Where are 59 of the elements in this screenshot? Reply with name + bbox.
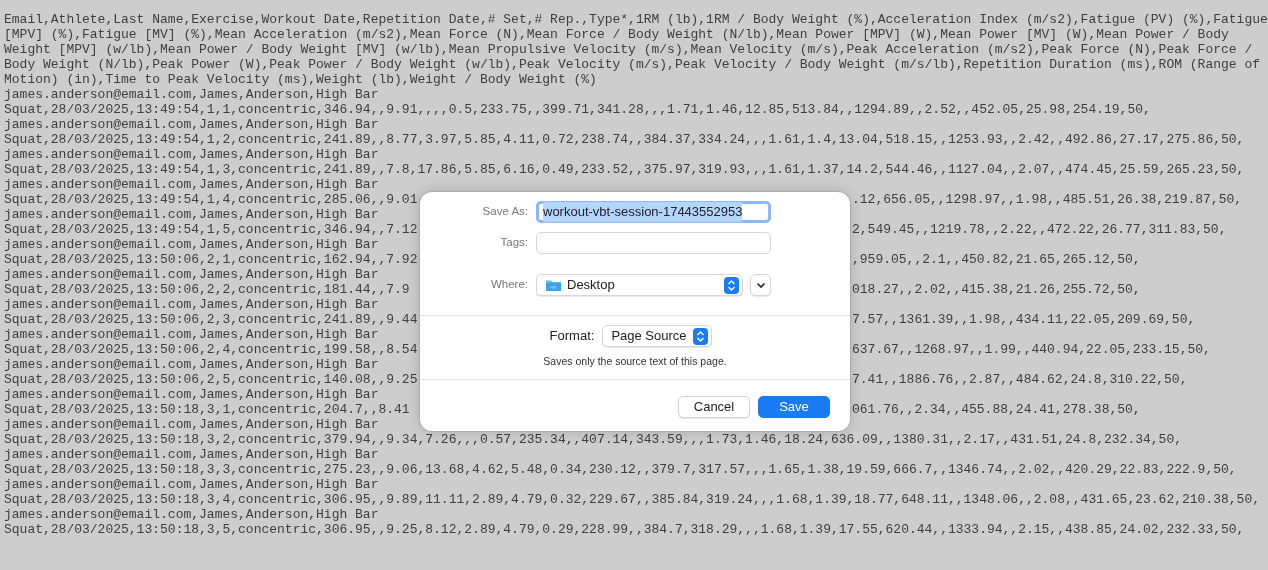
text-line: 637.67,,1268.97,,1.99,,440.94,22.05,233.15,50, [852,342,1211,357]
field-label: Save As: [481,204,529,220]
text-line: james.anderson@email.com,James,Anderson,High Bar [4,507,379,522]
text-line: Squat,28/03/2025,13:49:54,1,1,concentric,346.94,,9.91,,,,0.5,233.75,,399.71,341.28,,,1.71,1.46,12.85,513.84,,1294.89,,2.52,,452.05,25.98,254.19,50, [4,102,1151,117]
text-line: james.anderson@email.com,James,Anderson,High Bar [4,357,379,372]
stepper-icon [696,329,706,343]
text-line: Squat,28/03/2025,13:50:18,3,4,concentric,306.95,,9.89,11.11,2.89,4.79,0.32,229.67,,385.84,319.24,,,1.68,1.39,18.77,648.11,,1348.06,,2.08,,431.65,23.62,210.38,50, [4,492,1260,507]
field-label: Format: [549,327,595,346]
text-line: .12,656.05,,1298.97,,1.98,,485.51,26.38,219.87,50, [852,192,1243,207]
text-line: Squat,28/03/2025,13:50:06,2,1,concentric,162.94,,7.92 [4,252,419,267]
text-line: james.anderson@email.com,James,Anderson,High Bar [4,477,379,492]
text-line: Squat,28/03/2025,13:50:06,2,4,concentric,199.58,,8.54 [4,342,419,357]
text-line: Squat,28/03/2025,13:50:06,2,3,concentric,241.89,,9.44 [4,312,419,327]
text-line: 7.41,,1886.76,,2.87,,484.62,24.8,310.22,50, [852,372,1188,387]
text-line: james.anderson@email.com,James,Anderson,High Bar [4,117,379,132]
text-line: [MPV] (%),Fatigue [MV] (%),Mean Acceleration (m/s2),Mean Force (N),Mean Force / Body Weight (N/lb),Mean Power [MPV] (W),Mean Power [MV] (W),Mean Power / Body [4,27,1229,42]
format-dropdown[interactable]: Page Source [602,325,713,347]
text-line: Squat,28/03/2025,13:49:54,1,2,concentric,241.89,,8.77,3.97,5.85,4.11,0.72,238.74,,384.37,334.24,,,1.61,1.4,13.04,518.15,,1253.93,,2.42,,492.86,27.17,275.86,50, [4,132,1245,147]
text-line: james.anderson@email.com,James,Anderson,High Bar [4,267,379,282]
text-line: james.anderson@email.com,James,Anderson,High Bar [4,237,379,252]
text-line: james.anderson@email.com,James,Anderson,High Bar [4,387,379,402]
text-line: Weight [MPV] (w/lb),Mean Power / Body Weight [MV] (w/lb),Mean Propulsive Velocity (m/s),Mean Velocity (m/s),Peak Acceleration (m/s2),Peak Force (N),Peak Force / [4,42,1253,57]
text-line: james.anderson@email.com,James,Anderson,High Bar [4,327,379,342]
field-label: Where: [489,277,529,293]
text-line: james.anderson@email.com,James,Anderson,High Bar [4,147,379,162]
save-button[interactable]: Save [758,395,830,418]
text-line: james.anderson@email.com,James,Anderson,High Bar [4,177,379,192]
text-line: 2,549.45,,1219.78,,2.22,,472.22,26.77,311.83,50, [852,222,1227,237]
text-line: Squat,28/03/2025,13:50:18,3,3,concentric,275.23,,9.06,13.68,4.62,5.48,0.34,230.12,,379.7,317.57,,,1.65,1.38,19.59,666.7,,1346.74,,2.02,,420.29,22.83,222.9,50, [4,462,1237,477]
folder-icon [545,278,562,292]
stepper-icon [727,278,736,292]
hint-text: Saves only the source text of this page. [542,354,728,369]
text-line: Squat,28/03/2025,13:49:54,1,4,concentric,285.06,,9.01 [4,192,419,207]
text-line: ,959.05,,2.1,,450.82,21.65,265.12,50, [852,252,1141,267]
text-line: 7.57,,1361.39,,1.98,,434.11,22.05,209.69,50, [852,312,1196,327]
text-line: Squat,28/03/2025,13:50:18,3,1,concentric,204.7,,8.41 [4,402,411,417]
text-line: Squat,28/03/2025,13:49:54,1,3,concentric,241.89,,7.8,17.86,5.85,6.16,0.49,233.52,,375.97,319.93,,,1.61,1.37,14.2,544.46,,1127.04,,2.07,,474.45,25.59,265.23,50, [4,162,1245,177]
text-line: Email,Athlete,Last Name,Exercise,Workout Date,Repetition Date,# Set,# Rep.,Type*,1RM (lb),1RM / Body Weight (%),Acceleration Index (m/s2),Fatigue (PV) (%),Fatigue [4,12,1268,27]
text-line: Squat,28/03/2025,13:50:06,2,5,concentric,140.08,,9.25 [4,372,419,387]
text-line: james.anderson@email.com,James,Anderson,High Bar [4,297,379,312]
text-line: Squat,28/03/2025,13:50:18,3,2,concentric,379.94,,9.34,7.26,,,0.57,235.34,,407.14,343.59,,,1.73,1.46,18.24,636.09,,1380.31,,2.17,,431.51,24.8,232.34,50, [4,432,1182,447]
text-line: james.anderson@email.com,James,Anderson,High Bar [4,447,379,462]
text-line: 061.76,,2.34,,455.88,24.41,278.38,50, [852,402,1141,417]
text-line: james.anderson@email.com,James,Anderson,High Bar [4,207,379,222]
text-line: james.anderson@email.com,James,Anderson,High Bar [4,87,379,102]
text-line: Squat,28/03/2025,13:49:54,1,5,concentric,346.94,,7.12 [4,222,419,237]
text-line: Body Weight (N/lb),Peak Power (W),Peak Power / Body Weight (w/lb),Peak Velocity (m/s),Peak Velocity / Body Weight (m/s/lb),Repetition Duration (ms),ROM (Range of [4,57,1260,72]
file-name-field[interactable]: workout-vbt-session-17443552953 [536,201,771,223]
text-line: Squat,28/03/2025,13:50:18,3,5,concentric,306.95,,9.25,8.12,2.89,4.79,0.29,228.99,,384.7,318.29,,,1.68,1.39,17.55,620.44,,1333.94,,2.15,,438.85,24.02,232.33,50, [4,522,1245,537]
text-line: Squat,28/03/2025,13:50:06,2,2,concentric,181.44,,7.9 [4,282,411,297]
tags-field[interactable] [536,232,771,254]
text-line: Motion) (in),Time to Peak Velocity (ms),Weight (lb),Weight / Body Weight (%) [4,72,597,87]
text-line: 018.27,,2.02,,415.38,21.26,255.72,50, [852,282,1141,297]
text-line: james.anderson@email.com,James,Anderson,High Bar [4,417,379,432]
cancel-button[interactable]: Cancel [678,395,750,418]
location-dropdown[interactable]: Desktop [536,274,743,296]
chevron-down-icon [755,281,766,289]
expand-button[interactable] [750,274,771,296]
field-label: Tags: [499,235,529,251]
